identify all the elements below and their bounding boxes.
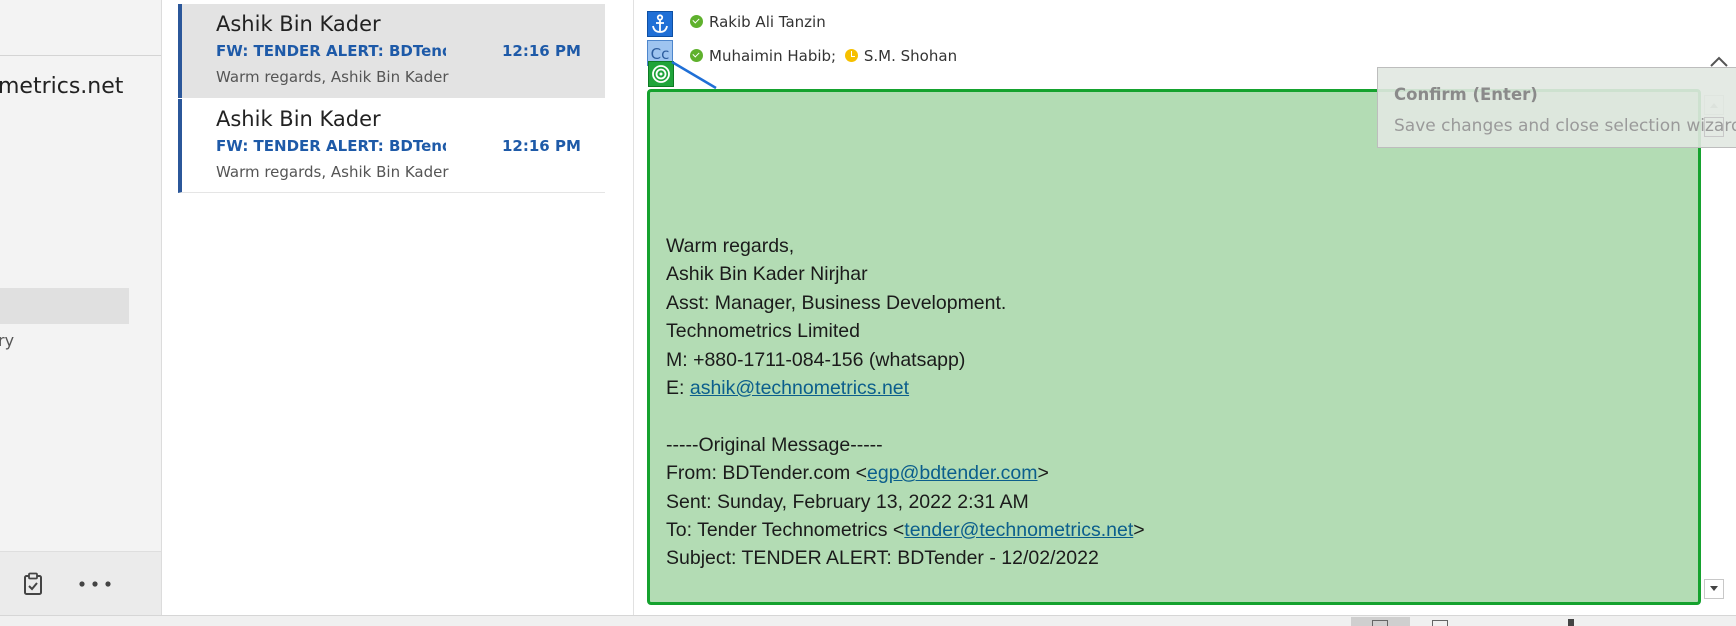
- scroll-down-button[interactable]: [1704, 579, 1724, 599]
- original-from: From: BDTender.com <egp@bdtender.com>: [666, 459, 1145, 487]
- presence-away-icon: [844, 49, 858, 62]
- vertical-scrollbar[interactable]: [1701, 89, 1723, 605]
- message-list-item-selected[interactable]: Ashik Bin Kader FW: TENDER ALERT: BDTend…: [178, 4, 605, 98]
- message-time: 12:16 PM: [502, 137, 581, 155]
- to-recipients: Rakib Ali Tanzin: [690, 13, 826, 31]
- message-body: Warm regards, Ashik Bin Kader Nirjhar As…: [666, 232, 1145, 573]
- email-link[interactable]: ashik@technometrics.net: [690, 377, 909, 399]
- message-subject: FW: TENDER ALERT: BDTend...: [216, 42, 446, 60]
- message-subject: FW: TENDER ALERT: BDTend...: [216, 137, 446, 155]
- body-signoff: Warm regards,: [666, 235, 795, 257]
- recipient-name[interactable]: S.M. Shohan: [864, 47, 957, 65]
- message-sender: Ashik Bin Kader: [216, 107, 381, 131]
- to-email-link[interactable]: tender@technometrics.net: [904, 519, 1133, 541]
- cc-recipients: Muhaimin Habib; S.M. Shohan: [690, 47, 957, 65]
- original-subject: Subject: TENDER ALERT: BDTender - 12/02/…: [666, 547, 1099, 570]
- to-prefix: To: Tender Technometrics <: [666, 518, 905, 541]
- original-message-header: -----Original Message-----: [666, 433, 883, 456]
- folder-pane: metrics.net ry: [0, 0, 162, 615]
- message-preview: Warm regards, Ashik Bin Kader: [216, 163, 449, 181]
- reading-view-icon[interactable]: [1432, 620, 1448, 626]
- from-prefix: From: BDTender.com <: [666, 462, 868, 485]
- folder-item-selected[interactable]: [0, 288, 129, 324]
- reading-pane: Rakib Ali Tanzin Muhaimin Habib; S.M. Sh…: [634, 0, 1736, 615]
- target-icon[interactable]: [648, 61, 674, 87]
- message-list-item[interactable]: Ashik Bin Kader FW: TENDER ALERT: BDTend…: [178, 99, 605, 193]
- body-signature-email: E: ashik@technometrics.net: [666, 374, 1145, 402]
- folder-item-history[interactable]: ry: [0, 331, 14, 350]
- body-signature-mobile: M: +880-1711-084-156 (whatsapp): [666, 348, 966, 371]
- tooltip-frame-button: [1704, 117, 1724, 137]
- confirm-tooltip-description: Save changes and close selection wizard.: [1394, 116, 1736, 136]
- from-email-link[interactable]: egp@bdtender.com: [867, 462, 1038, 484]
- normal-view-icon: [1372, 620, 1388, 626]
- confirm-tooltip: Confirm (Enter) Save changes and close s…: [1377, 67, 1736, 148]
- message-time: 12:16 PM: [502, 42, 581, 60]
- message-list: Ashik Bin Kader FW: TENDER ALERT: BDTend…: [162, 0, 634, 615]
- body-signature-title: Asst: Manager, Business Development.: [666, 291, 1007, 314]
- recipient-name[interactable]: Muhaimin Habib;: [709, 47, 836, 65]
- confirm-tooltip-title: Confirm (Enter): [1394, 85, 1538, 104]
- message-preview: Warm regards, Ashik Bin Kader: [216, 68, 449, 86]
- body-signature-name: Ashik Bin Kader Nirjhar: [666, 263, 868, 286]
- folder-account-name[interactable]: metrics.net: [0, 74, 123, 99]
- body-signature-company: Technometrics Limited: [666, 320, 860, 343]
- message-sender: Ashik Bin Kader: [216, 12, 381, 36]
- more-horizontal-icon[interactable]: [78, 572, 112, 596]
- from-suffix: >: [1037, 462, 1049, 485]
- status-bar: [0, 615, 1736, 626]
- presence-available-icon: [690, 15, 703, 28]
- original-sent: Sent: Sunday, February 13, 2022 2:31 AM: [666, 490, 1029, 513]
- email-prefix: E:: [666, 376, 690, 399]
- anchor-icon[interactable]: [647, 11, 673, 37]
- to-suffix: >: [1133, 518, 1145, 541]
- bottom-navigation-bar: [0, 551, 161, 615]
- recipient-name[interactable]: Rakib Ali Tanzin: [709, 13, 826, 31]
- clipboard-check-icon[interactable]: [22, 572, 44, 596]
- original-to: To: Tender Technometrics <tender@technom…: [666, 516, 1145, 544]
- presence-available-icon: [690, 49, 703, 62]
- folder-divider: [0, 55, 161, 56]
